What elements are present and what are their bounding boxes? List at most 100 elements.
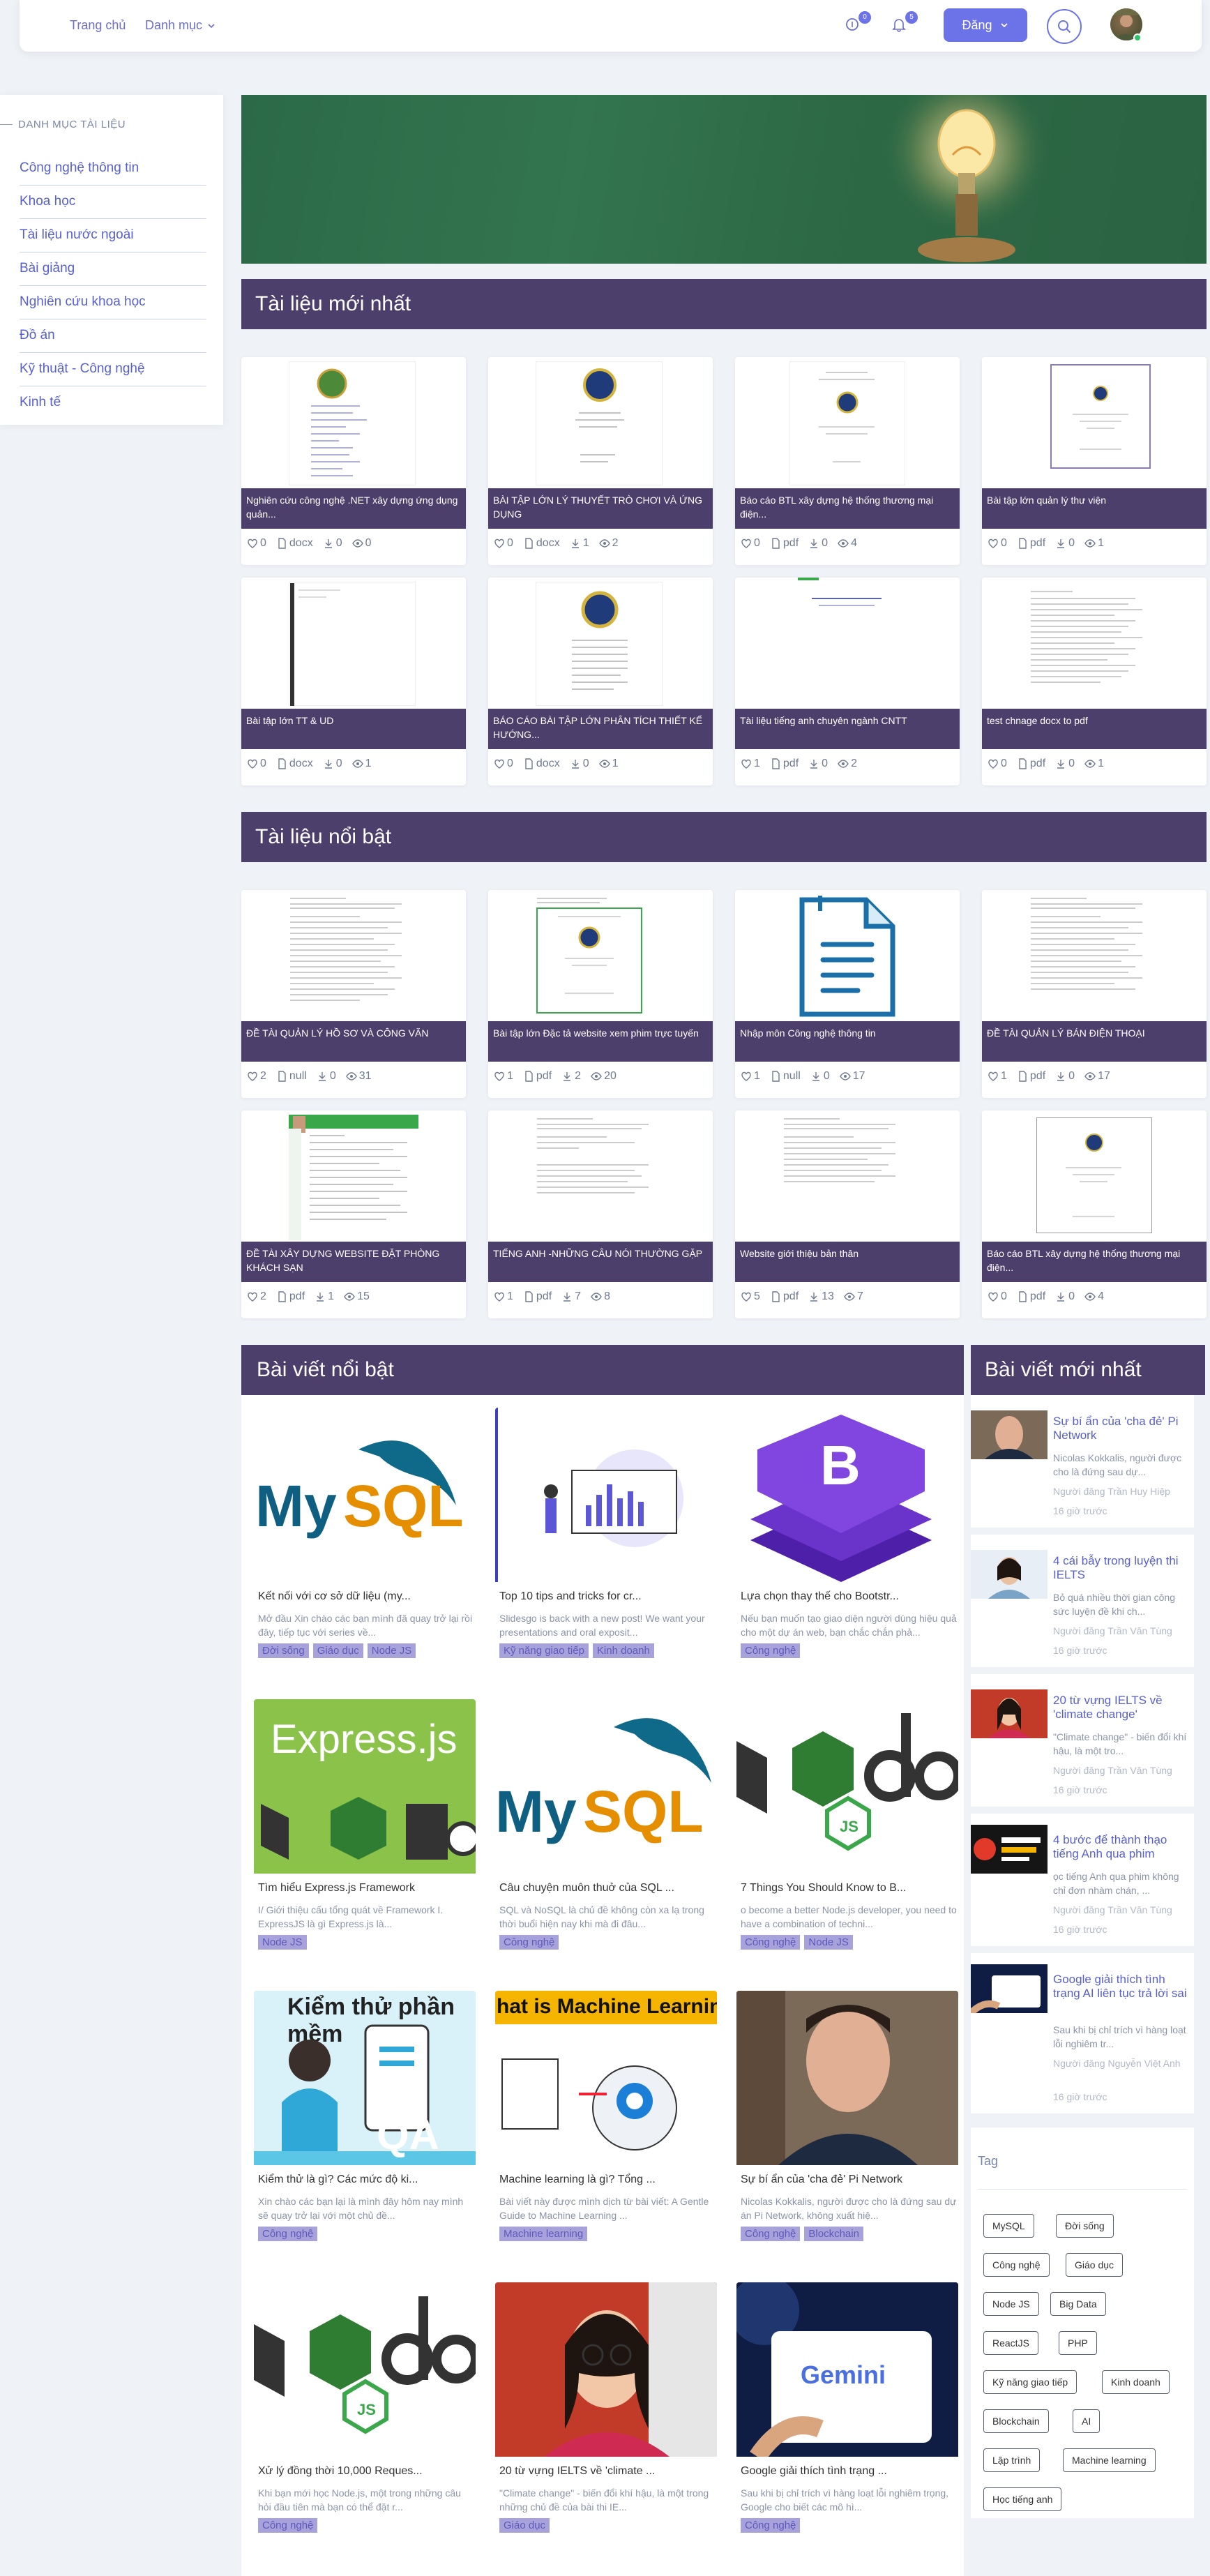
sidebar-item-khoa-hoc[interactable]: Khoa học [20,186,206,219]
heart-icon[interactable] [741,1071,752,1082]
doc-card[interactable]: Báo cáo BTL xây dựng hệ thống thương mại… [735,357,960,565]
post-button[interactable]: Đăng [944,8,1027,42]
tag-chip[interactable]: ReactJS [983,2331,1038,2355]
download-icon[interactable] [810,1071,822,1082]
notification-button[interactable]: 5 [891,11,918,36]
heart-icon[interactable] [741,758,752,769]
article-card[interactable]: Express.js Tìm hiểu Express.js Framework… [254,1699,476,1978]
doc-card[interactable]: Báo cáo BTL xây dựng hệ thống thương mại… [982,1110,1207,1318]
tag-chip[interactable]: Kỹ năng giao tiếp [983,2370,1077,2394]
download-icon[interactable] [1055,758,1066,769]
article-card[interactable]: Sự bí ẩn của 'cha đẻ' Pi Network Nicolas… [736,1991,958,2270]
article-card[interactable]: Top 10 tips and tricks for cr... Slidesg… [495,1408,717,1687]
sidebar-item-nghien-cuu[interactable]: Nghiên cứu khoa học [20,286,206,319]
sidebar-item-tai-lieu-nuoc-ngoai[interactable]: Tài liệu nước ngoài [20,219,206,253]
doc-card[interactable]: test chnage docx to pdf 0 pdf 0 1 [982,578,1207,785]
doc-card[interactable]: Nhập môn Công nghệ thông tin 1 null 0 17 [735,890,960,1098]
tag-chip[interactable]: Machine learning [499,2227,588,2241]
heart-icon[interactable] [988,758,999,769]
coin-button[interactable]: 0 [845,11,871,36]
heart-icon[interactable] [988,538,999,549]
sidebar-item-cntt[interactable]: Công nghệ thông tin [20,152,206,186]
heart-icon[interactable] [247,1291,258,1302]
article-card[interactable]: JS Xử lý đồng thời 10,000 Reques... Khi … [254,2282,476,2561]
heart-icon[interactable] [741,538,752,549]
download-icon[interactable] [561,1071,573,1082]
sidebar-item-kinh-te[interactable]: Kinh tế [20,386,206,420]
article-card[interactable]: JS 7 Things You Should Know to B... o be… [736,1699,958,1978]
tag-chip[interactable]: Đời sống [258,1643,309,1658]
download-icon[interactable] [317,1071,328,1082]
tag-chip[interactable]: MySQL [983,2214,1034,2238]
tag-chip[interactable]: Giáo dục [499,2518,550,2533]
tag-chip[interactable]: Công nghệ [741,1935,801,1950]
download-icon[interactable] [808,538,819,549]
article-card[interactable]: 20 từ vựng IELTS về 'climate ... "Climat… [495,2282,717,2561]
article-card[interactable]: Gemini Google giải thích tình trạng ... … [736,2282,958,2561]
heart-icon[interactable] [247,758,258,769]
doc-card[interactable]: ĐỀ TÀI QUẢN LÝ BÁN ĐIỆN THOẠI 1 pdf 0 17 [982,890,1207,1098]
new-post-item[interactable]: Sự bí ẩn của 'cha đẻ' Pi Network Nicolas… [971,1395,1194,1528]
new-post-item[interactable]: Google giải thích tình trạng AI liên tục… [971,1953,1194,2114]
search-button[interactable] [1047,9,1082,44]
tag-chip[interactable]: Blockchain [804,2227,863,2241]
heart-icon[interactable] [494,758,505,769]
download-icon[interactable] [315,1291,326,1302]
download-icon[interactable] [561,1291,573,1302]
tag-chip[interactable]: Node JS [983,2292,1039,2316]
tag-chip[interactable]: Machine learning [1063,2448,1156,2472]
tag-chip[interactable]: Công nghệ [258,2227,318,2241]
tag-chip[interactable]: Công nghệ [983,2253,1050,2277]
tag-chip[interactable]: PHP [1059,2331,1097,2355]
new-post-item[interactable]: 20 từ vựng IELTS về 'climate change' "Cl… [971,1674,1194,1807]
download-icon[interactable] [323,758,334,769]
download-icon[interactable] [1055,1071,1066,1082]
sidebar-item-bai-giang[interactable]: Bài giảng [20,253,206,286]
heart-icon[interactable] [494,538,505,549]
new-post-item[interactable]: 4 cái bẫy trong luyện thi IELTS Bỏ quá n… [971,1535,1194,1667]
tag-chip[interactable]: Node JS [367,1643,416,1658]
tag-chip[interactable]: Giáo dục [1066,2253,1124,2277]
download-icon[interactable] [1055,538,1066,549]
tag-chip[interactable]: Node JS [258,1935,307,1950]
heart-icon[interactable] [494,1071,505,1082]
tag-chip[interactable]: Kinh doanh [592,1643,654,1658]
download-icon[interactable] [808,1291,819,1302]
doc-card[interactable]: ĐỀ TÀI XÂY DỰNG WEBSITE ĐẶT PHÒNG KHÁCH … [241,1110,466,1318]
tag-chip[interactable]: Công nghệ [258,2518,318,2533]
tag-chip[interactable]: Node JS [804,1935,853,1950]
doc-card[interactable]: Nghiên cứu công nghệ .NET xây dựng ứng d… [241,357,466,565]
tag-chip[interactable]: Blockchain [983,2409,1049,2433]
tag-chip[interactable]: Học tiếng anh [983,2487,1062,2511]
tag-chip[interactable]: Công nghệ [741,1643,801,1658]
article-card[interactable]: Kiểm thử phần mềm QA Kiểm thử là gì? Các… [254,1991,476,2270]
doc-card[interactable]: Bài tập lớn TT & UD 0 docx 0 1 [241,578,466,785]
doc-card[interactable]: Website giới thiệu bản thân 5 pdf 13 7 [735,1110,960,1318]
download-icon[interactable] [323,538,334,549]
tag-chip[interactable]: Kỹ năng giao tiếp [499,1643,589,1658]
tag-chip[interactable]: Đời sống [1056,2214,1114,2238]
download-icon[interactable] [1055,1291,1066,1302]
heart-icon[interactable] [988,1071,999,1082]
download-icon[interactable] [808,758,819,769]
nav-category-dropdown[interactable]: Danh mục [145,18,216,33]
doc-card[interactable]: TIẾNG ANH -NHỮNG CÂU NÓI THƯỜNG GẶP 1 pd… [488,1110,713,1318]
article-card[interactable]: B Lựa chọn thay thế cho Bootstr... Nếu b… [736,1408,958,1687]
tag-chip[interactable]: AI [1073,2409,1101,2433]
doc-card[interactable]: ĐỀ TÀI QUẢN LÝ HỒ SƠ VÀ CÔNG VĂN 2 null … [241,890,466,1098]
heart-icon[interactable] [247,538,258,549]
doc-card[interactable]: Bài tập lớn Đặc tả website xem phim trực… [488,890,713,1098]
tag-chip[interactable]: Lập trình [983,2448,1041,2472]
heart-icon[interactable] [741,1291,752,1302]
sidebar-item-do-an[interactable]: Đồ án [20,319,206,353]
tag-chip[interactable]: Công nghệ [741,2227,801,2241]
tag-chip[interactable]: Công nghệ [499,1935,559,1950]
tag-chip[interactable]: Công nghệ [741,2518,801,2533]
doc-card[interactable]: Bài tập lớn quản lý thư viện 0 pdf 0 1 [982,357,1207,565]
tag-chip[interactable]: Giáo dục [312,1643,363,1658]
article-card[interactable]: My SQL Kết nối với cơ sở dữ liệu (my... M… [254,1408,476,1687]
doc-card[interactable]: BÀI TẬP LỚN LÝ THUYẾT TRÒ CHƠI VÀ ỨNG DỤ… [488,357,713,565]
tag-chip[interactable]: Kinh doanh [1102,2370,1170,2394]
new-post-item[interactable]: 4 bước để thành thạo tiếng Anh qua phim … [971,1814,1194,1946]
doc-card[interactable]: BÁO CÁO BÀI TẬP LỚN PHÂN TÍCH THIẾT KẾ H… [488,578,713,785]
